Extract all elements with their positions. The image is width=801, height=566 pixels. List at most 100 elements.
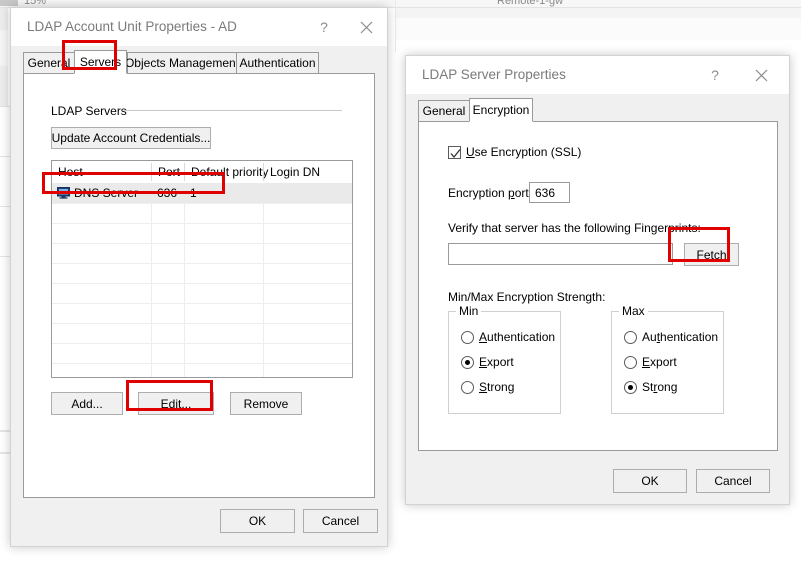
list-item[interactable] [52, 223, 352, 244]
ldap-servers-group-label: LDAP Servers [51, 104, 127, 118]
column-header-login-dn[interactable]: Login DN [264, 161, 352, 183]
min-authentication-radio[interactable] [461, 331, 474, 344]
list-item[interactable] [52, 363, 352, 377]
min-strong-label[interactable]: Strong [479, 380, 514, 394]
tab-servers[interactable]: Servers [74, 50, 127, 74]
header-divider-2 [184, 163, 185, 181]
tab-objects-management[interactable]: Objects Management [124, 52, 240, 74]
close-icon[interactable] [744, 56, 778, 94]
ldap-servers-listview[interactable]: Host Port Default priority Login DN DNS … [51, 160, 353, 378]
max-authentication-label[interactable]: Authentication [642, 330, 718, 344]
remove-button[interactable]: Remove [230, 392, 302, 415]
add-button[interactable]: Add... [51, 392, 123, 415]
ldap-servers-separator [124, 110, 342, 111]
tab-authentication-label: Authentication [239, 56, 316, 70]
bg-center-label: Remote-1-gw [497, 0, 564, 7]
close-icon[interactable] [349, 8, 383, 46]
min-export-radio[interactable] [461, 356, 474, 369]
fetch-button-label: Fetch [696, 247, 727, 262]
tab-servers-label: Servers [79, 55, 122, 69]
dialog2-title: LDAP Server Properties [422, 67, 566, 82]
header-divider-1 [151, 163, 152, 181]
dialog2-cancel-button[interactable]: Cancel [696, 469, 770, 493]
header-divider-3 [263, 163, 264, 181]
list-item[interactable] [52, 203, 352, 224]
use-encryption-label[interactable]: Use Encryption (SSL) [466, 145, 581, 159]
tab-encryption[interactable]: Encryption [469, 98, 533, 122]
column-header-host[interactable]: Host [52, 161, 151, 183]
dialog1-tabpage-servers: LDAP Servers Update Account Credentials.… [23, 73, 375, 498]
dialog2-tabpage-encryption: Use Encryption (SSL) Encryption port: 63… [418, 121, 778, 451]
tab-general-label: General [422, 104, 466, 118]
fingerprints-label: Verify that server has the following Fin… [448, 221, 701, 235]
bg-left-block-4 [0, 430, 10, 432]
encryption-port-value: 636 [535, 185, 556, 200]
dialog2-ok-button[interactable]: OK [613, 469, 687, 493]
encryption-port-input[interactable]: 636 [529, 182, 570, 203]
bg-left-line-1 [0, 106, 10, 107]
help-icon[interactable]: ? [307, 8, 341, 46]
tab-objects-management-label: Objects Management [124, 56, 240, 70]
max-strong-label[interactable]: Strong [642, 380, 677, 394]
update-account-credentials-label: Update Account Credentials... [51, 131, 211, 145]
bg-right-strip-1 [396, 8, 801, 18]
list-item[interactable] [52, 343, 352, 364]
encryption-port-label-a: Encryption [448, 186, 509, 200]
dialog2-tabstrip[interactable]: General Encryption [418, 98, 778, 122]
use-encryption-checkbox[interactable] [448, 146, 461, 159]
fingerprints-label-a: Verify that server has the following Fin [448, 221, 651, 235]
max-export-radio[interactable] [624, 356, 637, 369]
bg-left-line-4 [0, 256, 10, 257]
fingerprints-input[interactable] [448, 243, 673, 265]
tab-general[interactable]: General [418, 100, 470, 122]
max-strong-radio[interactable] [624, 381, 637, 394]
max-strong-radio-dot [628, 385, 633, 390]
dialog1-title: LDAP Account Unit Properties - AD [27, 19, 237, 34]
bg-left-block-1 [0, 8, 8, 30]
max-authentication-radio[interactable] [624, 331, 637, 344]
tab-encryption-label: Encryption [472, 103, 530, 117]
bg-left-block-5 [0, 452, 10, 454]
dialog1-titlebar[interactable]: LDAP Account Unit Properties - AD ? [11, 8, 387, 46]
min-export-label[interactable]: Export [479, 355, 514, 369]
list-item[interactable] [52, 303, 352, 324]
bg-right-strip-2 [396, 18, 801, 40]
edit-button-label: Edit... [160, 396, 192, 411]
dialog1-cancel-button[interactable]: Cancel [303, 509, 378, 533]
computer-icon [57, 187, 70, 199]
tab-authentication[interactable]: Authentication [236, 52, 319, 74]
dialog1-tabstrip[interactable]: General Servers Objects Management Authe… [23, 50, 375, 74]
edit-button[interactable]: Edit... [138, 392, 214, 415]
min-authentication-label[interactable]: Authentication [479, 330, 555, 344]
dialog2-cancel-label: Cancel [714, 474, 752, 488]
ldap-account-unit-properties-dialog[interactable]: LDAP Account Unit Properties - AD ? Gene… [10, 7, 388, 547]
encryption-port-label: Encryption port: [448, 186, 532, 200]
list-item[interactable] [52, 243, 352, 264]
min-strong-radio[interactable] [461, 381, 474, 394]
table-row[interactable]: DNS Server 636 1 [52, 183, 352, 204]
max-export-label[interactable]: Export [642, 355, 677, 369]
column-header-default-priority[interactable]: Default priority [185, 161, 268, 183]
list-item[interactable] [52, 323, 352, 344]
dialog1-ok-button[interactable]: OK [220, 509, 295, 533]
tab-general[interactable]: General [23, 52, 75, 74]
min-export-radio-dot [465, 360, 470, 365]
bg-left-marker [0, 0, 18, 6]
update-account-credentials-button[interactable]: Update Account Credentials... [51, 127, 211, 149]
strength-label: Min/Max Encryption Strength: [448, 290, 606, 304]
help-icon[interactable]: ? [698, 56, 732, 94]
add-button-label: Add... [71, 396, 103, 411]
dialog2-ok-label: OK [641, 474, 659, 488]
bg-left-label: 15% [24, 0, 47, 7]
column-header-port[interactable]: Port [152, 161, 184, 183]
ldap-server-properties-dialog[interactable]: LDAP Server Properties ? General Encrypt… [405, 55, 790, 505]
dialog2-titlebar[interactable]: LDAP Server Properties ? [406, 56, 789, 94]
dialog1-ok-label: OK [248, 514, 267, 528]
list-item[interactable] [52, 283, 352, 304]
list-item[interactable] [52, 263, 352, 284]
bg-left-line-3 [0, 206, 10, 207]
listview-header[interactable]: Host Port Default priority Login DN [52, 161, 352, 184]
fetch-button[interactable]: Fetch [684, 243, 739, 266]
encryption-port-accel: p [508, 186, 515, 200]
min-strength-groupbox: Min Authentication Export Strong [448, 304, 561, 414]
